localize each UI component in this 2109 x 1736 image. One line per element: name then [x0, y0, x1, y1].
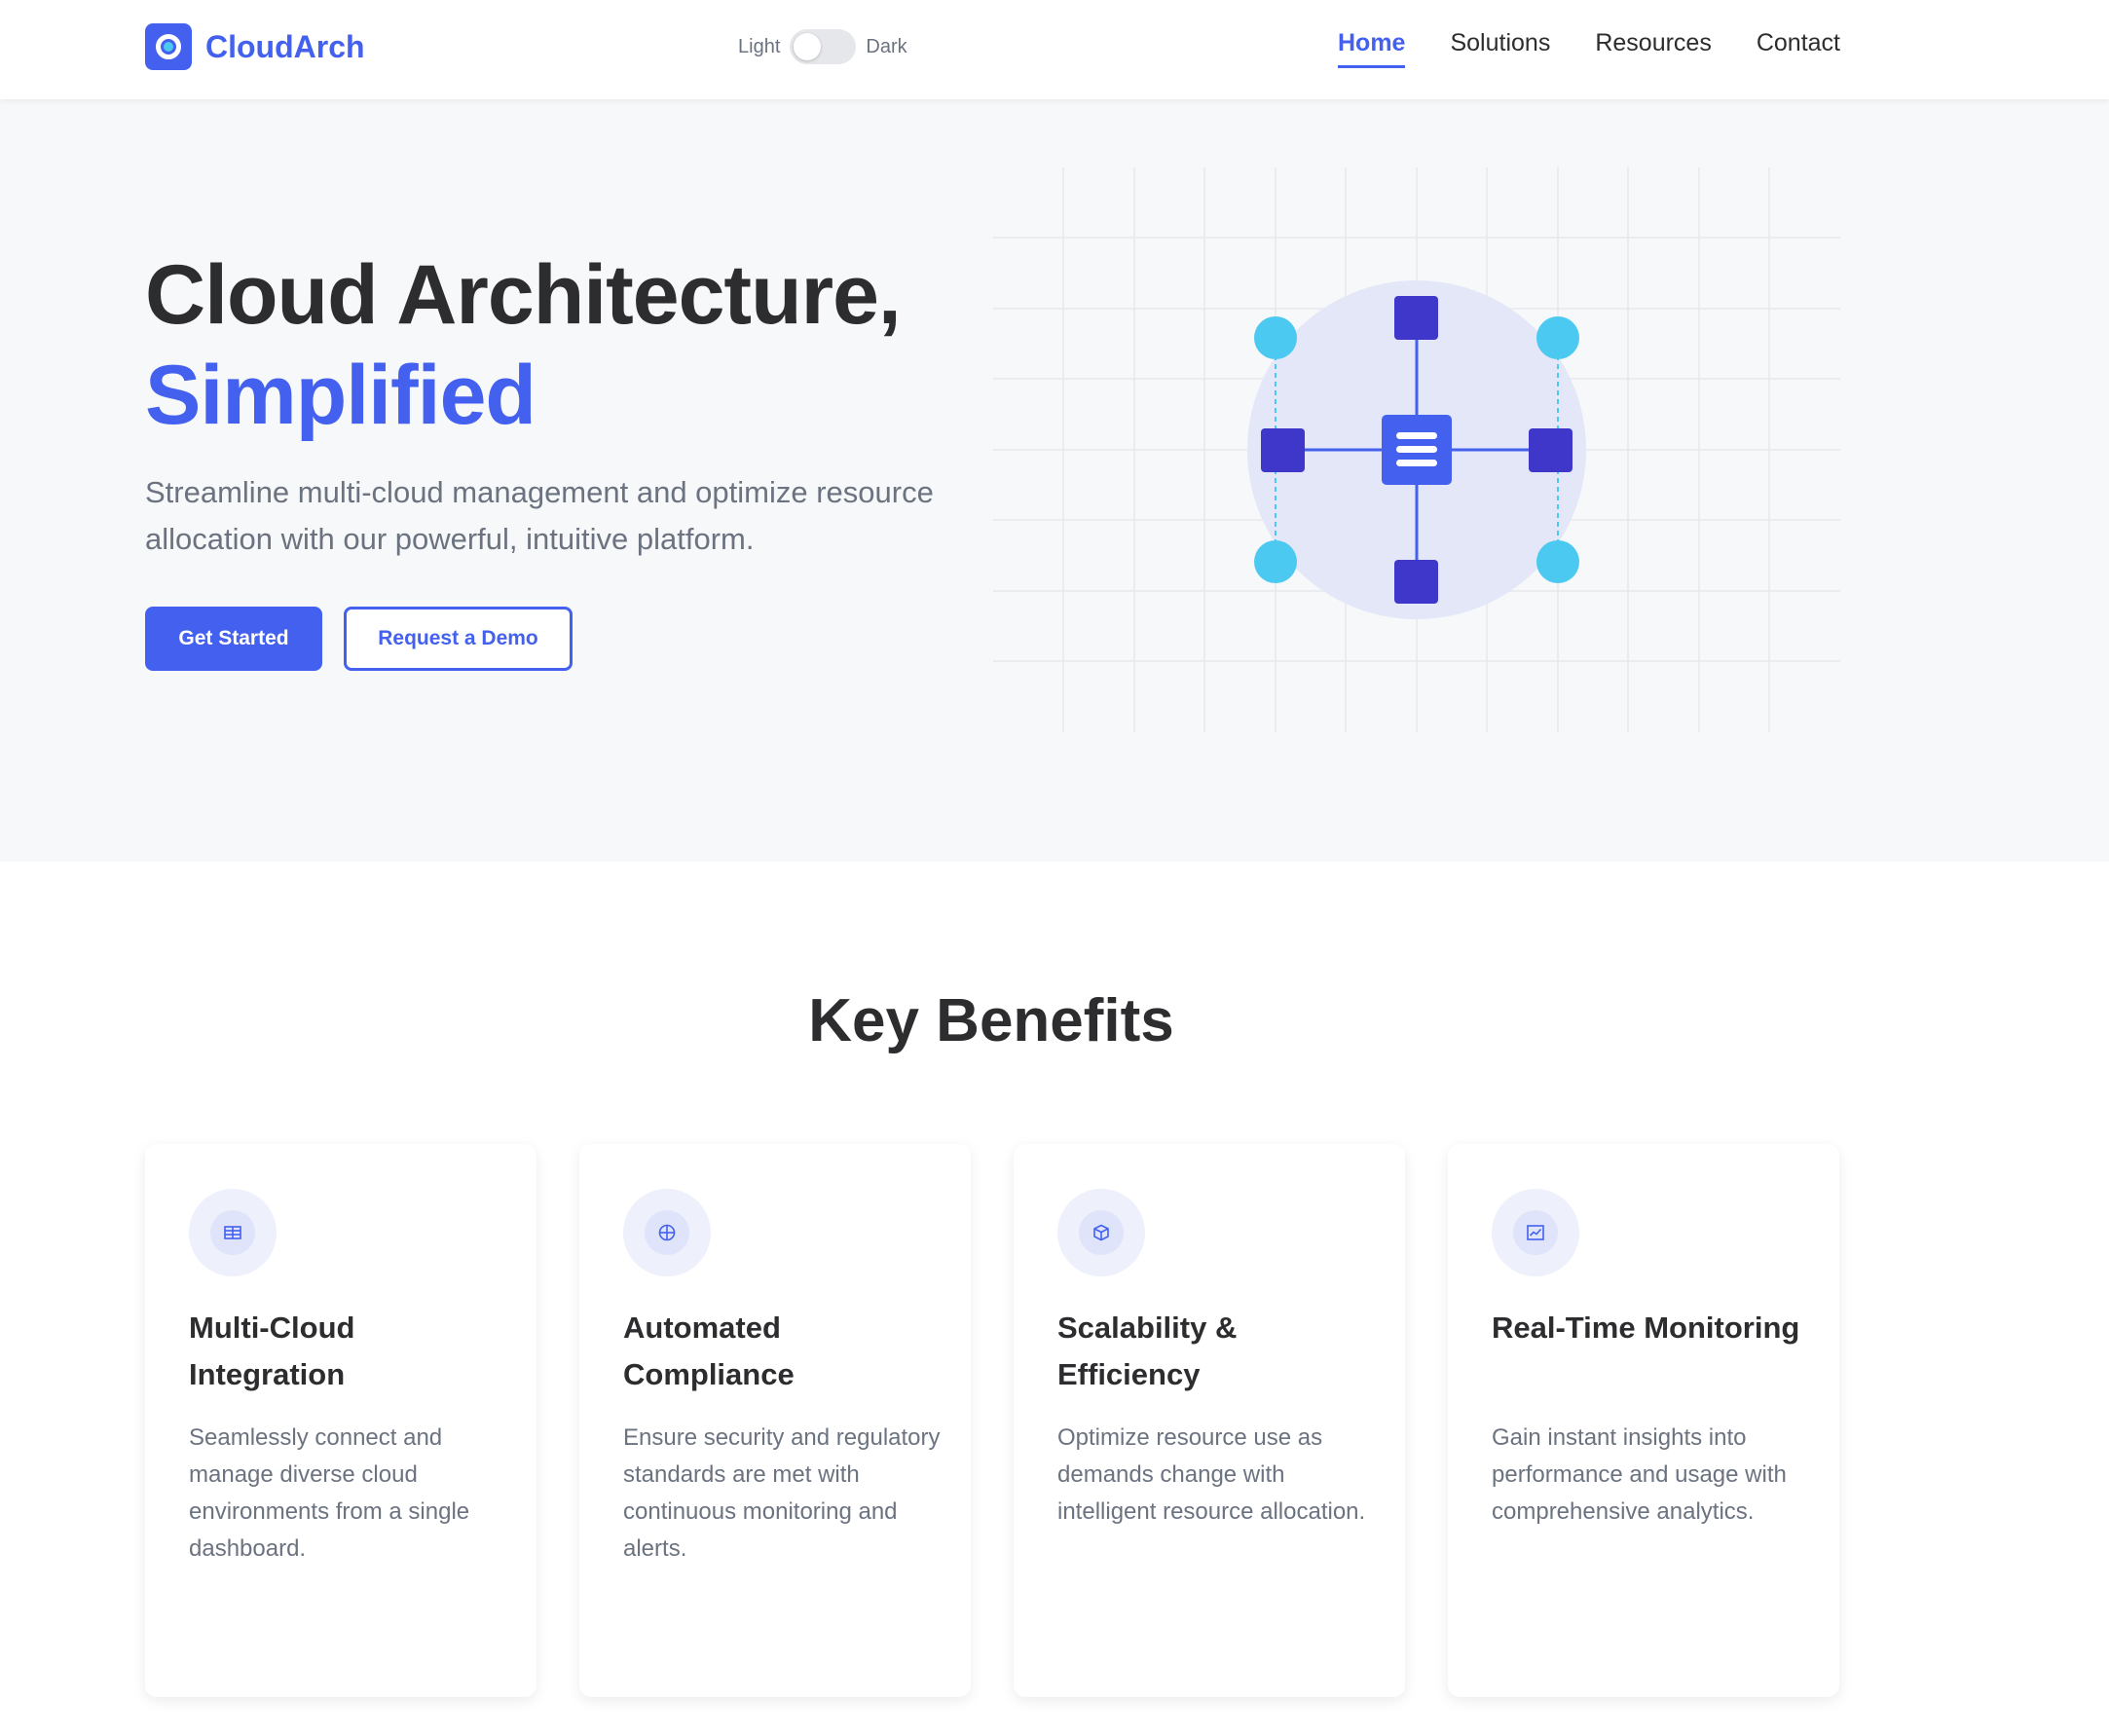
server-node-icon	[1529, 428, 1572, 472]
hero-title: Cloud Architecture, Simplified	[145, 245, 902, 446]
architecture-illustration	[993, 167, 1840, 732]
nav-solutions[interactable]: Solutions	[1450, 29, 1550, 68]
card-text: Gain instant insights into performance a…	[1492, 1424, 1787, 1525]
theme-switcher: Light Dark	[738, 29, 907, 64]
card-title: Multi-Cloud Integration	[189, 1311, 355, 1391]
request-demo-button[interactable]: Request a Demo	[344, 607, 573, 671]
benefit-card: Multi-Cloud Integration Seamlessly conne…	[145, 1144, 536, 1697]
theme-dark-label: Dark	[866, 35, 907, 57]
card-text: Seamlessly connect and manage diverse cl…	[189, 1424, 470, 1562]
benefits-title: Key Benefits	[808, 987, 1174, 1054]
server-node-icon	[1394, 560, 1438, 604]
benefit-card: Automated Compliance Ensure security and…	[579, 1144, 971, 1697]
card-title: Scalability & Efficiency	[1057, 1311, 1238, 1391]
card-title: Real-Time Monitoring	[1492, 1311, 1800, 1345]
edge-node-icon	[1536, 540, 1579, 583]
benefits-cards: Multi-Cloud Integration Seamlessly conne…	[145, 1144, 1839, 1697]
hero-title-line1: Cloud Architecture,	[145, 248, 902, 342]
nav-home[interactable]: Home	[1338, 29, 1406, 68]
logo-icon	[145, 23, 192, 70]
nav-contact[interactable]: Contact	[1757, 29, 1840, 68]
get-started-button[interactable]: Get Started	[145, 607, 322, 671]
theme-toggle[interactable]	[790, 29, 857, 64]
hero-subtitle: Streamline multi-cloud management and op…	[145, 475, 934, 556]
benefit-card: Scalability & Efficiency Optimize resour…	[1014, 1144, 1405, 1697]
central-hub-icon	[1382, 415, 1452, 485]
card-text: Ensure security and regulatory standards…	[623, 1424, 941, 1562]
server-node-icon	[1394, 296, 1438, 340]
globe-icon	[623, 1189, 711, 1276]
nav-resources[interactable]: Resources	[1595, 29, 1712, 68]
edge-node-icon	[1254, 540, 1297, 583]
site-header: CloudArch Light Dark Home Solutions Reso…	[0, 0, 2109, 99]
edge-node-icon	[1254, 316, 1297, 359]
logo-text: CloudArch	[205, 28, 365, 64]
cube-icon	[1057, 1189, 1145, 1276]
main-nav: Home Solutions Resources Contact	[1338, 29, 1840, 68]
benefit-card: Real-Time Monitoring Gain instant insigh…	[1448, 1144, 1839, 1697]
hero-title-accent: Simplified	[145, 349, 536, 442]
grid-icon	[189, 1189, 277, 1276]
logo[interactable]: CloudArch	[145, 23, 365, 70]
hero-section: Cloud Architecture, Simplified Streamlin…	[0, 99, 2109, 862]
card-text: Optimize resource use as demands change …	[1057, 1424, 1366, 1525]
theme-light-label: Light	[738, 35, 781, 57]
chart-icon	[1492, 1189, 1579, 1276]
card-title: Automated Compliance	[623, 1311, 795, 1391]
toggle-knob	[794, 33, 822, 60]
edge-node-icon	[1536, 316, 1579, 359]
server-node-icon	[1261, 428, 1305, 472]
